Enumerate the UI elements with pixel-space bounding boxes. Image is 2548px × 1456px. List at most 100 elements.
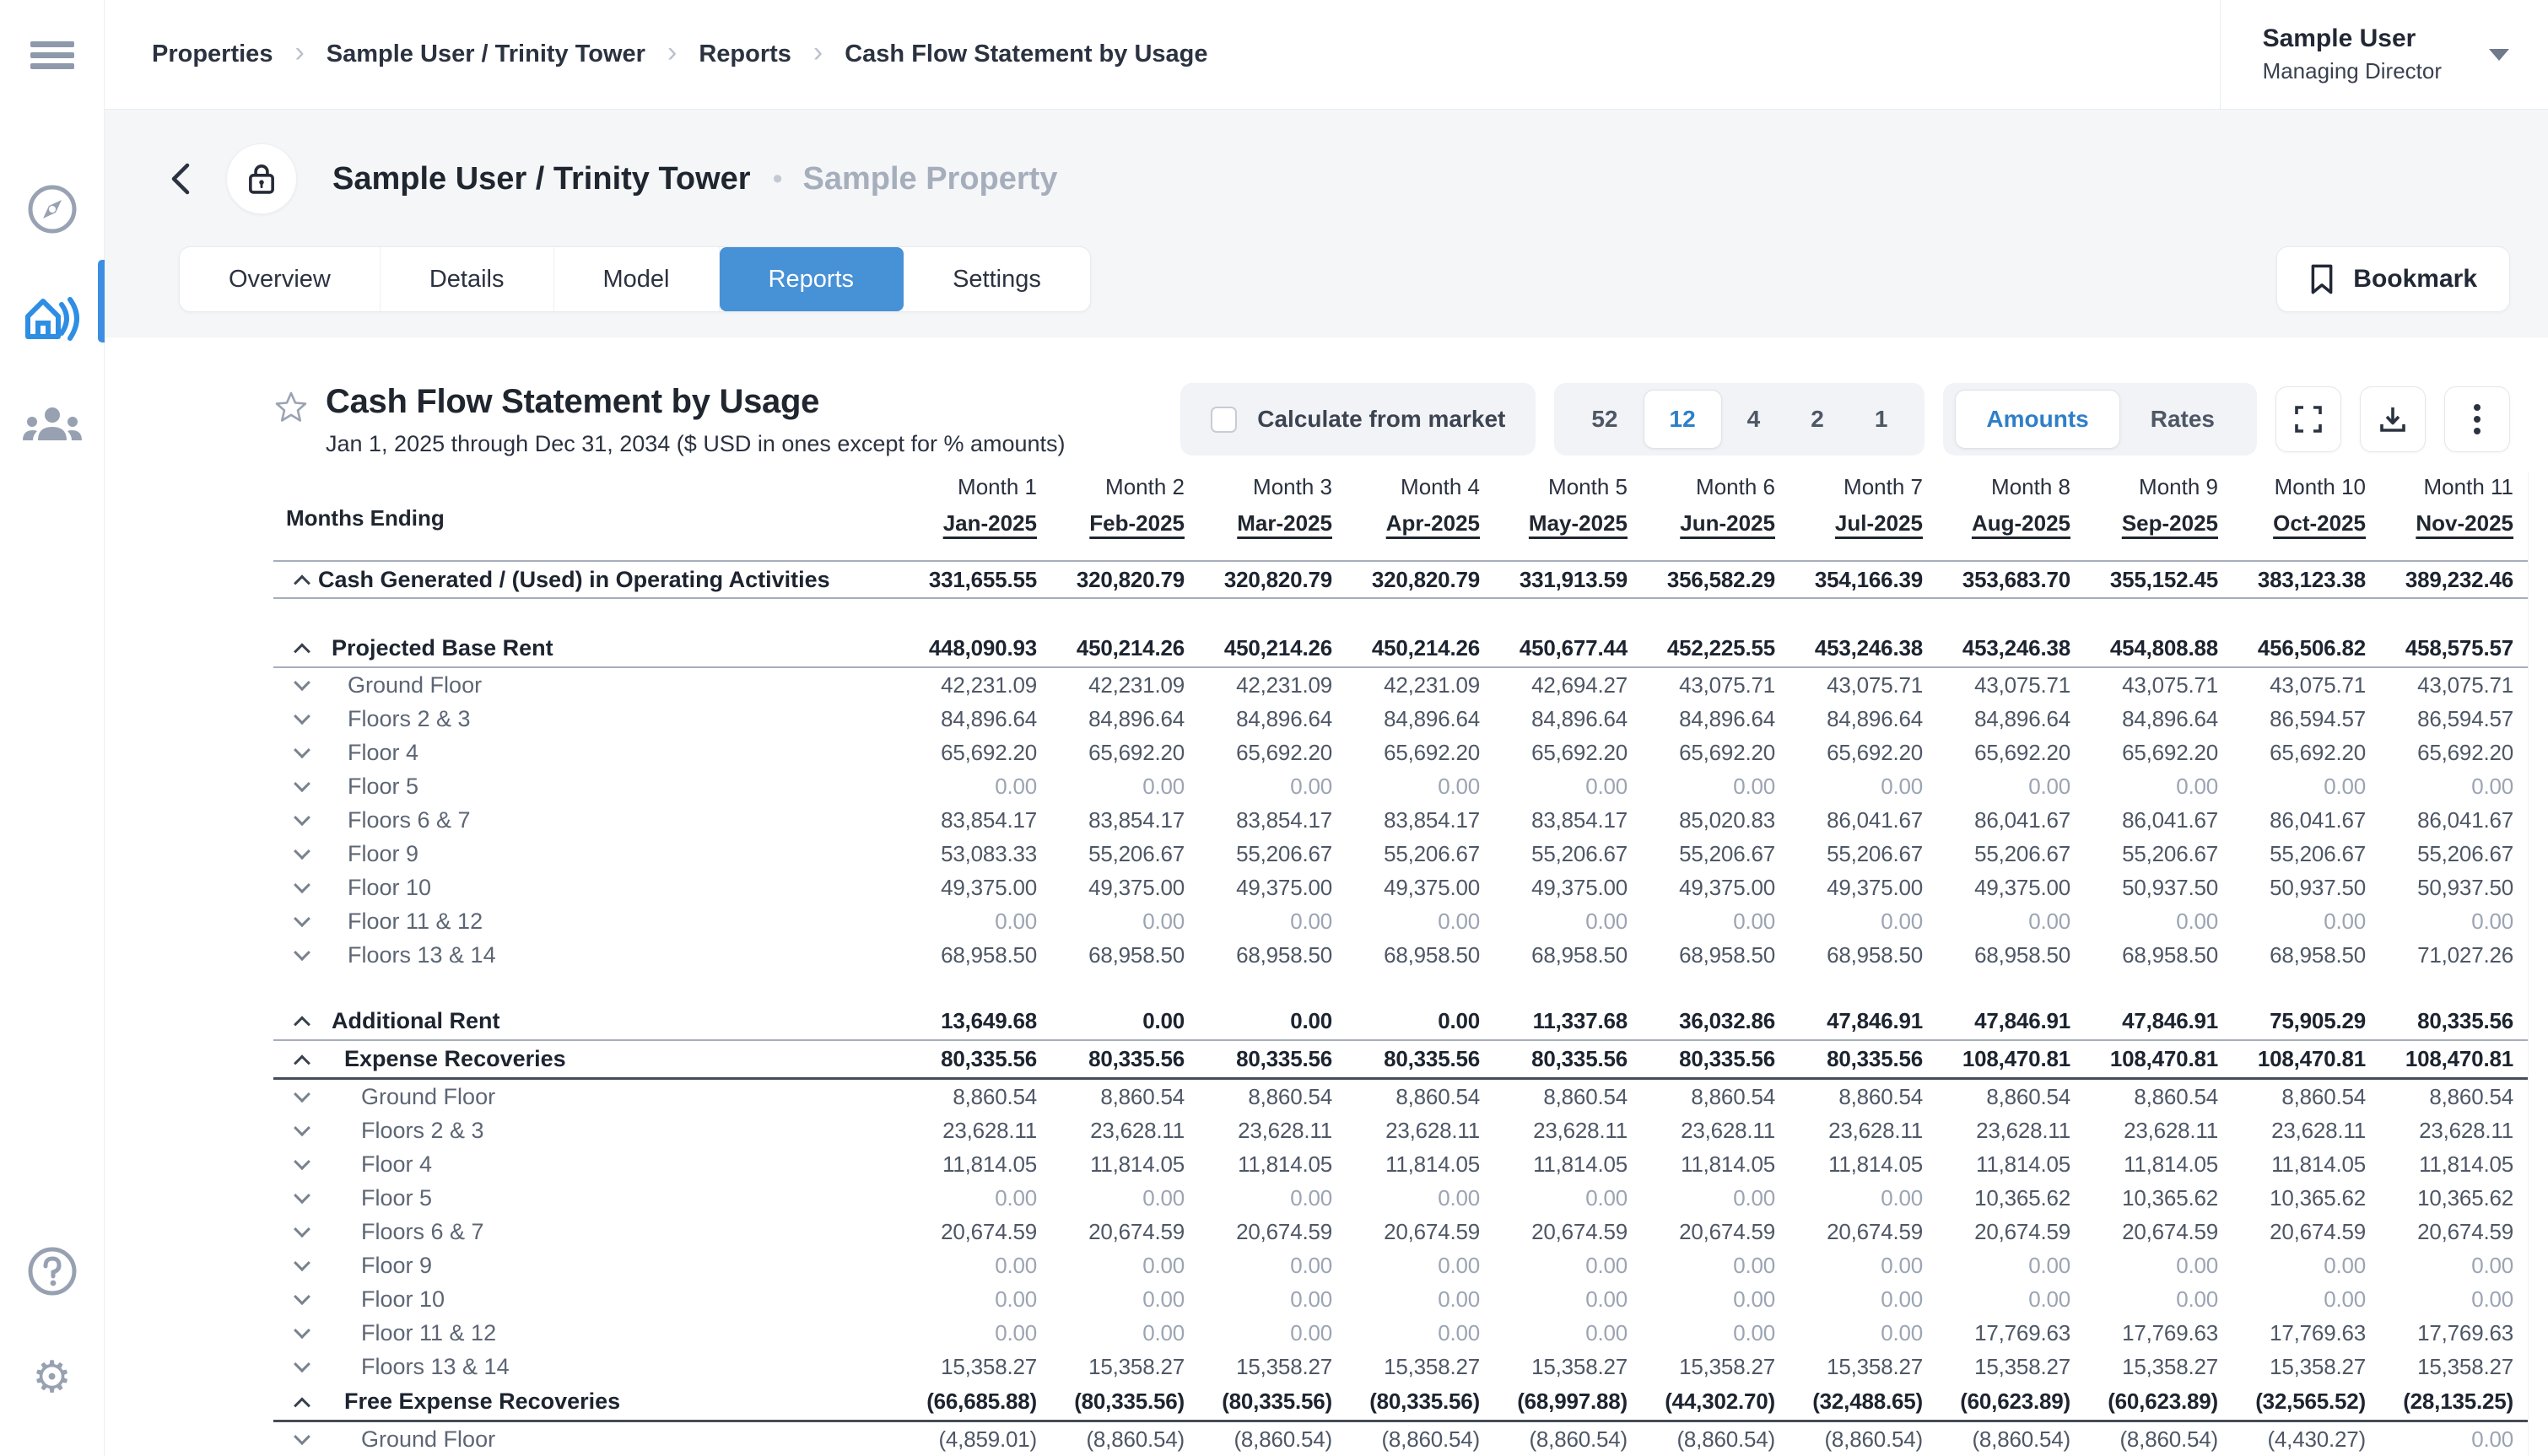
cell-value: 0.00 [1037,1185,1185,1211]
chevron-down-icon[interactable] [294,1288,310,1305]
cell-value: (80,335.56) [1332,1389,1480,1415]
month-date-link[interactable]: Apr-2025 [1386,510,1480,537]
cell-value: 68,958.50 [1332,942,1480,968]
user-menu[interactable]: Sample User Managing Director [2220,0,2548,109]
month-date-link[interactable]: Jun-2025 [1680,510,1775,537]
favorite-star-button[interactable] [273,390,309,425]
chevron-down-icon[interactable] [294,1153,310,1170]
month-date-link[interactable]: Jan-2025 [943,510,1037,537]
fullscreen-button[interactable] [2275,386,2341,452]
tab-details[interactable]: Details [381,247,554,311]
row-label: Floors 13 & 14 [348,942,496,968]
calculate-from-market-checkbox[interactable] [1211,407,1237,433]
cell-value: 83,854.17 [1332,807,1480,833]
chevron-down-icon[interactable] [294,1428,310,1445]
sidebar-item-settings[interactable]: ⚙ [0,1340,105,1416]
month-date-link[interactable]: Aug-2025 [1972,510,2070,537]
view-option-rates[interactable]: Rates [2120,390,2245,449]
menu-toggle-button[interactable] [0,34,105,76]
sidebar-item-explore[interactable] [0,169,105,250]
detail-row: Ground Floor42,231.0942,231.0942,231.094… [273,668,2548,702]
row-label: Ground Floor [361,1426,495,1453]
house-icon [24,293,80,345]
chevron-down-icon[interactable] [294,1119,310,1136]
chevron-down-icon[interactable] [294,910,310,927]
cell-value: (8,860.54) [1037,1426,1185,1453]
month-date-link[interactable]: May-2025 [1529,510,1628,537]
chevron-up-icon[interactable] [294,1054,310,1071]
cell-value: (8,860.54) [1185,1426,1332,1453]
tab-overview[interactable]: Overview [180,247,381,311]
chevron-down-icon[interactable] [294,775,310,792]
chevron-up-icon[interactable] [294,1397,310,1414]
breadcrumb-item[interactable]: Properties [152,40,273,68]
back-button[interactable] [157,159,202,199]
breadcrumb-item[interactable]: Sample User / Trinity Tower [327,40,645,68]
tab-settings[interactable]: Settings [904,247,1090,311]
cell-value: 68,958.50 [1185,942,1332,968]
cell-value: 448,090.93 [889,635,1037,661]
cell-value: 0.00 [1923,909,2070,935]
detail-row: Floors 6 & 720,674.5920,674.5920,674.592… [273,1215,2548,1248]
cell-value: 23,628.11 [2070,1118,2218,1144]
period-option-2[interactable]: 2 [1785,390,1849,449]
chevron-down-icon[interactable] [294,1254,310,1271]
period-option-52[interactable]: 52 [1566,390,1643,449]
month-date-link[interactable]: Feb-2025 [1089,510,1185,537]
month-date-link[interactable]: Mar-2025 [1237,510,1332,537]
chevron-down-icon[interactable] [294,1322,310,1339]
chevron-down-icon[interactable] [294,674,310,691]
period-option-1[interactable]: 1 [1849,390,1914,449]
cell-value: 86,594.57 [2218,706,2366,732]
chevron-down-icon[interactable] [294,1086,310,1103]
month-date-link[interactable]: Sep-2025 [2122,510,2218,537]
month-date-link[interactable]: Jul-2025 [1835,510,1923,537]
row-label: Ground Floor [348,672,482,698]
cell-value: 11,814.05 [2366,1151,2513,1178]
download-button[interactable] [2360,386,2426,452]
cell-value: 0.00 [1628,774,1775,800]
cell-value: 49,375.00 [1037,875,1185,901]
cell-value: 0.00 [1628,1286,1775,1313]
breadcrumb-item[interactable]: Cash Flow Statement by Usage [845,40,1207,68]
cell-value: 108,470.81 [2070,1046,2218,1072]
tab-reports[interactable]: Reports [720,247,904,311]
sidebar-item-properties[interactable] [0,278,105,359]
bookmark-button[interactable]: Bookmark [2276,246,2510,312]
chevron-down-icon[interactable] [294,809,310,826]
view-option-amounts[interactable]: Amounts [1955,390,2119,449]
vertical-scrollbar-gutter[interactable] [2528,472,2548,1456]
tab-model[interactable]: Model [554,247,720,311]
month-date-link[interactable]: Oct-2025 [2273,510,2366,537]
chevron-down-icon[interactable] [294,1356,310,1372]
row-label: Floor 11 & 12 [348,909,483,935]
chevron-up-icon[interactable] [294,1016,310,1033]
sidebar-item-team[interactable] [0,385,105,466]
report-date-range: Jan 1, 2025 through Dec 31, 2034 ($ USD … [326,431,1066,457]
cell-value: 17,769.63 [2218,1320,2366,1346]
chevron-up-icon[interactable] [294,574,310,591]
cell-value: 68,958.50 [2218,942,2366,968]
period-option-12[interactable]: 12 [1644,390,1722,449]
chevron-down-icon[interactable] [294,741,310,758]
chevron-down-icon[interactable] [294,1187,310,1204]
cell-value: 20,674.59 [2070,1219,2218,1245]
chevron-down-icon[interactable] [294,944,310,961]
month-date-link[interactable]: Nov-2025 [2416,510,2513,537]
chevron-left-icon [165,159,194,199]
chevron-down-icon[interactable] [294,843,310,860]
chevron-up-icon[interactable] [294,643,310,660]
breadcrumb-item[interactable]: Reports [699,40,791,68]
chevron-down-icon[interactable] [294,876,310,893]
chevron-down-icon[interactable] [294,1221,310,1238]
row-label: Floor 5 [348,774,418,800]
cell-value: 0.00 [1037,909,1185,935]
cell-value: 11,814.05 [1628,1151,1775,1178]
more-options-button[interactable] [2444,386,2510,452]
breadcrumb-separator-icon: › [667,36,677,69]
cell-value: 23,628.11 [1775,1118,1923,1144]
cell-value: 0.00 [1775,774,1923,800]
period-option-4[interactable]: 4 [1722,390,1786,449]
chevron-down-icon[interactable] [294,708,310,725]
sidebar-item-help[interactable] [0,1233,105,1309]
